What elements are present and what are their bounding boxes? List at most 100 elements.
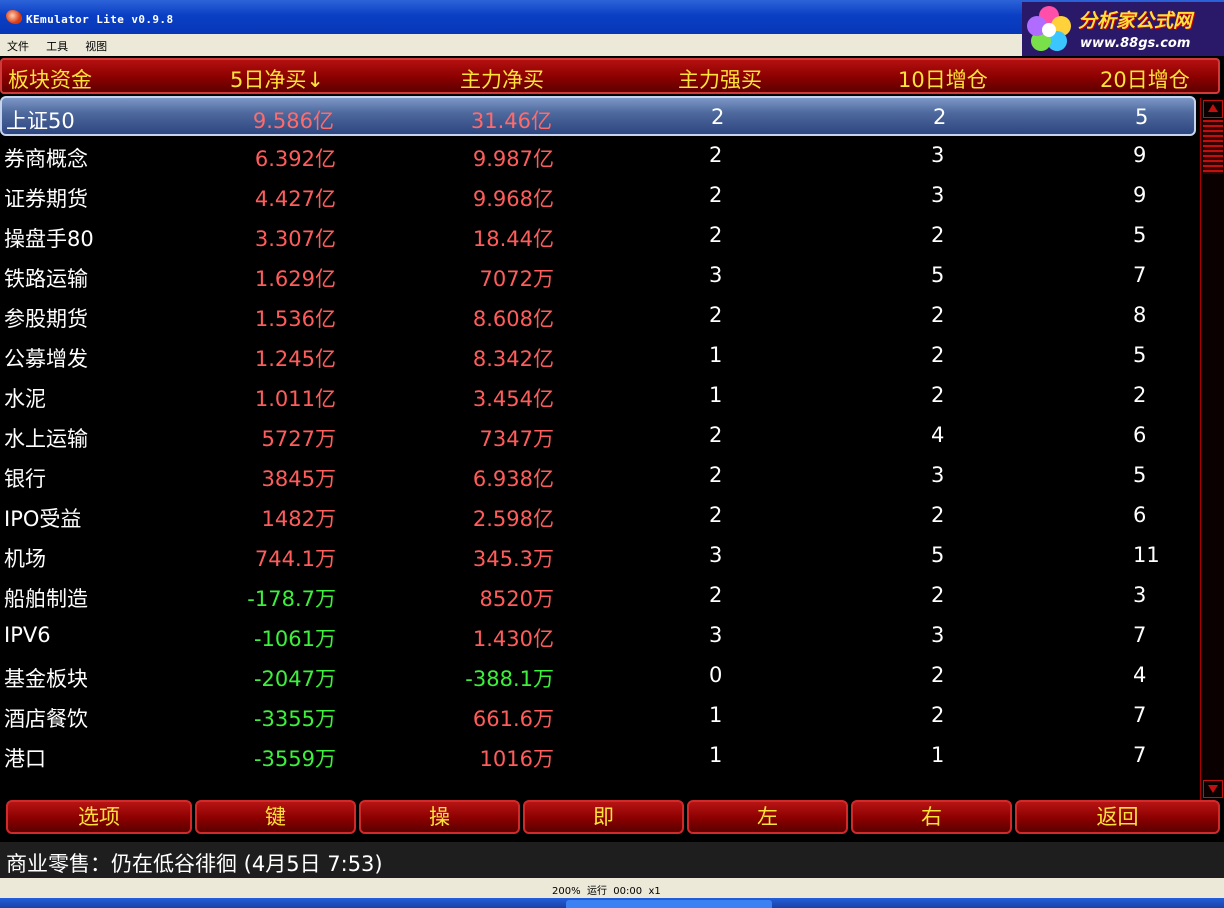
increase-20day: 7 xyxy=(1133,703,1147,727)
main-net-buy: 9.968亿 xyxy=(472,187,554,211)
table-row[interactable]: 操盘手80 3.307亿 18.44亿 2 2 5 xyxy=(0,216,1196,256)
table-row[interactable]: IPV6 -1061万 1.430亿 3 3 7 xyxy=(0,616,1196,656)
scrollbar[interactable] xyxy=(1200,98,1224,800)
menu-bar: 文件 工具 视图 xyxy=(0,34,1022,56)
increase-20day: 2 xyxy=(1133,383,1147,407)
main-strong-buy: 2 xyxy=(709,503,723,527)
sector-name: 基金板块 xyxy=(4,667,88,691)
taskbar-item[interactable] xyxy=(566,900,772,908)
table-row[interactable]: 水上运输 5727万 7347万 2 4 6 xyxy=(0,416,1196,456)
softkey-bar: 选项 键 操 即 左 右 返回 xyxy=(0,800,1224,834)
header-main-strong-buy[interactable]: 主力强买 xyxy=(678,64,762,94)
increase-20day: 8 xyxy=(1133,303,1147,327)
instant-button[interactable]: 即 xyxy=(523,800,684,834)
increase-10day: 2 xyxy=(931,383,945,407)
scroll-thumb[interactable] xyxy=(1203,120,1223,174)
table-row[interactable]: 公募增发 1.245亿 8.342亿 1 2 5 xyxy=(0,336,1196,376)
table-row[interactable]: IPO受益 1482万 2.598亿 2 2 6 xyxy=(0,496,1196,536)
increase-10day: 2 xyxy=(931,663,945,687)
header-20day-increase[interactable]: 20日增仓 xyxy=(1100,64,1190,94)
increase-10day: 2 xyxy=(931,703,945,727)
scroll-down-icon[interactable] xyxy=(1203,780,1223,798)
net-buy-5day: 1.536亿 xyxy=(254,307,336,331)
ticker-text: 商业零售：仍在低谷徘徊 (4月5日 7:53) xyxy=(6,852,383,876)
sector-name: 操盘手80 xyxy=(4,227,94,251)
increase-10day: 2 xyxy=(931,503,945,527)
main-net-buy: 7347万 xyxy=(479,427,554,451)
table-row[interactable]: 券商概念 6.392亿 9.987亿 2 3 9 xyxy=(0,136,1196,176)
sector-name: 水泥 xyxy=(4,387,46,411)
back-button[interactable]: 返回 xyxy=(1015,800,1220,834)
header-5day-net-buy[interactable]: 5日净买↓ xyxy=(230,64,324,94)
main-strong-buy: 3 xyxy=(709,623,723,647)
app-icon xyxy=(6,10,22,24)
main-net-buy: 7072万 xyxy=(479,267,554,291)
right-button[interactable]: 右 xyxy=(851,800,1012,834)
scroll-up-icon[interactable] xyxy=(1203,100,1223,118)
main-strong-buy: 2 xyxy=(709,423,723,447)
increase-20day: 3 xyxy=(1133,583,1147,607)
table-row[interactable]: 证券期货 4.427亿 9.968亿 2 3 9 xyxy=(0,176,1196,216)
increase-10day: 2 xyxy=(931,343,945,367)
increase-20day: 7 xyxy=(1133,743,1147,767)
menu-tools[interactable]: 工具 xyxy=(39,34,73,54)
increase-10day: 3 xyxy=(931,463,945,487)
news-ticker[interactable]: 商业零售：仍在低谷徘徊 (4月5日 7:53) xyxy=(0,842,1224,880)
table-row[interactable]: 上证50 9.586亿 31.46亿 2 2 5 xyxy=(0,96,1196,136)
net-buy-5day: 4.427亿 xyxy=(254,187,336,211)
main-net-buy: 1016万 xyxy=(479,747,554,771)
sector-name: 公募增发 xyxy=(4,347,88,371)
left-button[interactable]: 左 xyxy=(687,800,848,834)
header-10day-increase[interactable]: 10日增仓 xyxy=(898,64,988,94)
increase-20day: 9 xyxy=(1133,143,1147,167)
net-buy-5day: 1.011亿 xyxy=(254,387,336,411)
increase-20day: 9 xyxy=(1133,183,1147,207)
sector-name: 船舶制造 xyxy=(4,587,88,611)
main-strong-buy: 2 xyxy=(709,463,723,487)
net-buy-5day: 744.1万 xyxy=(254,547,336,571)
table-row[interactable]: 铁路运输 1.629亿 7072万 3 5 7 xyxy=(0,256,1196,296)
table-row[interactable]: 船舶制造 -178.7万 8520万 2 2 3 xyxy=(0,576,1196,616)
increase-20day: 11 xyxy=(1133,543,1160,567)
main-strong-buy: 3 xyxy=(709,543,723,567)
menu-file[interactable]: 文件 xyxy=(0,34,34,54)
increase-10day: 3 xyxy=(931,623,945,647)
increase-10day: 5 xyxy=(931,543,945,567)
sector-name: 证券期货 xyxy=(4,187,88,211)
increase-10day: 2 xyxy=(931,583,945,607)
increase-20day: 5 xyxy=(1135,105,1149,129)
increase-10day: 2 xyxy=(931,303,945,327)
table-row[interactable]: 参股期货 1.536亿 8.608亿 2 2 8 xyxy=(0,296,1196,336)
main-strong-buy: 2 xyxy=(709,303,723,327)
main-net-buy: 2.598亿 xyxy=(472,507,554,531)
sector-name: 港口 xyxy=(4,747,46,771)
table-row[interactable]: 酒店餐饮 -3355万 661.6万 1 2 7 xyxy=(0,696,1196,736)
increase-20day: 5 xyxy=(1133,223,1147,247)
main-net-buy: 3.454亿 xyxy=(472,387,554,411)
header-main-net-buy[interactable]: 主力净买 xyxy=(460,64,544,94)
increase-20day: 6 xyxy=(1133,503,1147,527)
table-row[interactable]: 港口 -3559万 1016万 1 1 7 xyxy=(0,736,1196,776)
sector-name: IPV6 xyxy=(4,623,51,647)
sector-name: 酒店餐饮 xyxy=(4,707,88,731)
sector-name: 水上运输 xyxy=(4,427,88,451)
net-buy-5day: -178.7万 xyxy=(247,587,336,611)
key-button[interactable]: 键 xyxy=(195,800,356,834)
net-buy-5day: 1.245亿 xyxy=(254,347,336,371)
table-row[interactable]: 机场 744.1万 345.3万 3 5 11 xyxy=(0,536,1196,576)
emulator-screen: 板块资金 5日净买↓ 主力净买 主力强买 10日增仓 20日增仓 上证50 9.5… xyxy=(0,56,1224,884)
header-sector-funds[interactable]: 板块资金 xyxy=(8,64,92,94)
net-buy-5day: 1.629亿 xyxy=(254,267,336,291)
main-strong-buy: 2 xyxy=(709,143,723,167)
main-strong-buy: 1 xyxy=(709,383,723,407)
options-button[interactable]: 选项 xyxy=(6,800,192,834)
main-net-buy: 8520万 xyxy=(479,587,554,611)
table-row[interactable]: 水泥 1.011亿 3.454亿 1 2 2 xyxy=(0,376,1196,416)
table-row[interactable]: 基金板块 -2047万 -388.1万 0 2 4 xyxy=(0,656,1196,696)
menu-view[interactable]: 视图 xyxy=(78,34,112,54)
table-row[interactable]: 银行 3845万 6.938亿 2 3 5 xyxy=(0,456,1196,496)
net-buy-5day: 3845万 xyxy=(261,467,336,491)
operate-button[interactable]: 操 xyxy=(359,800,520,834)
net-buy-5day: 5727万 xyxy=(261,427,336,451)
sector-name: 铁路运输 xyxy=(4,267,88,291)
